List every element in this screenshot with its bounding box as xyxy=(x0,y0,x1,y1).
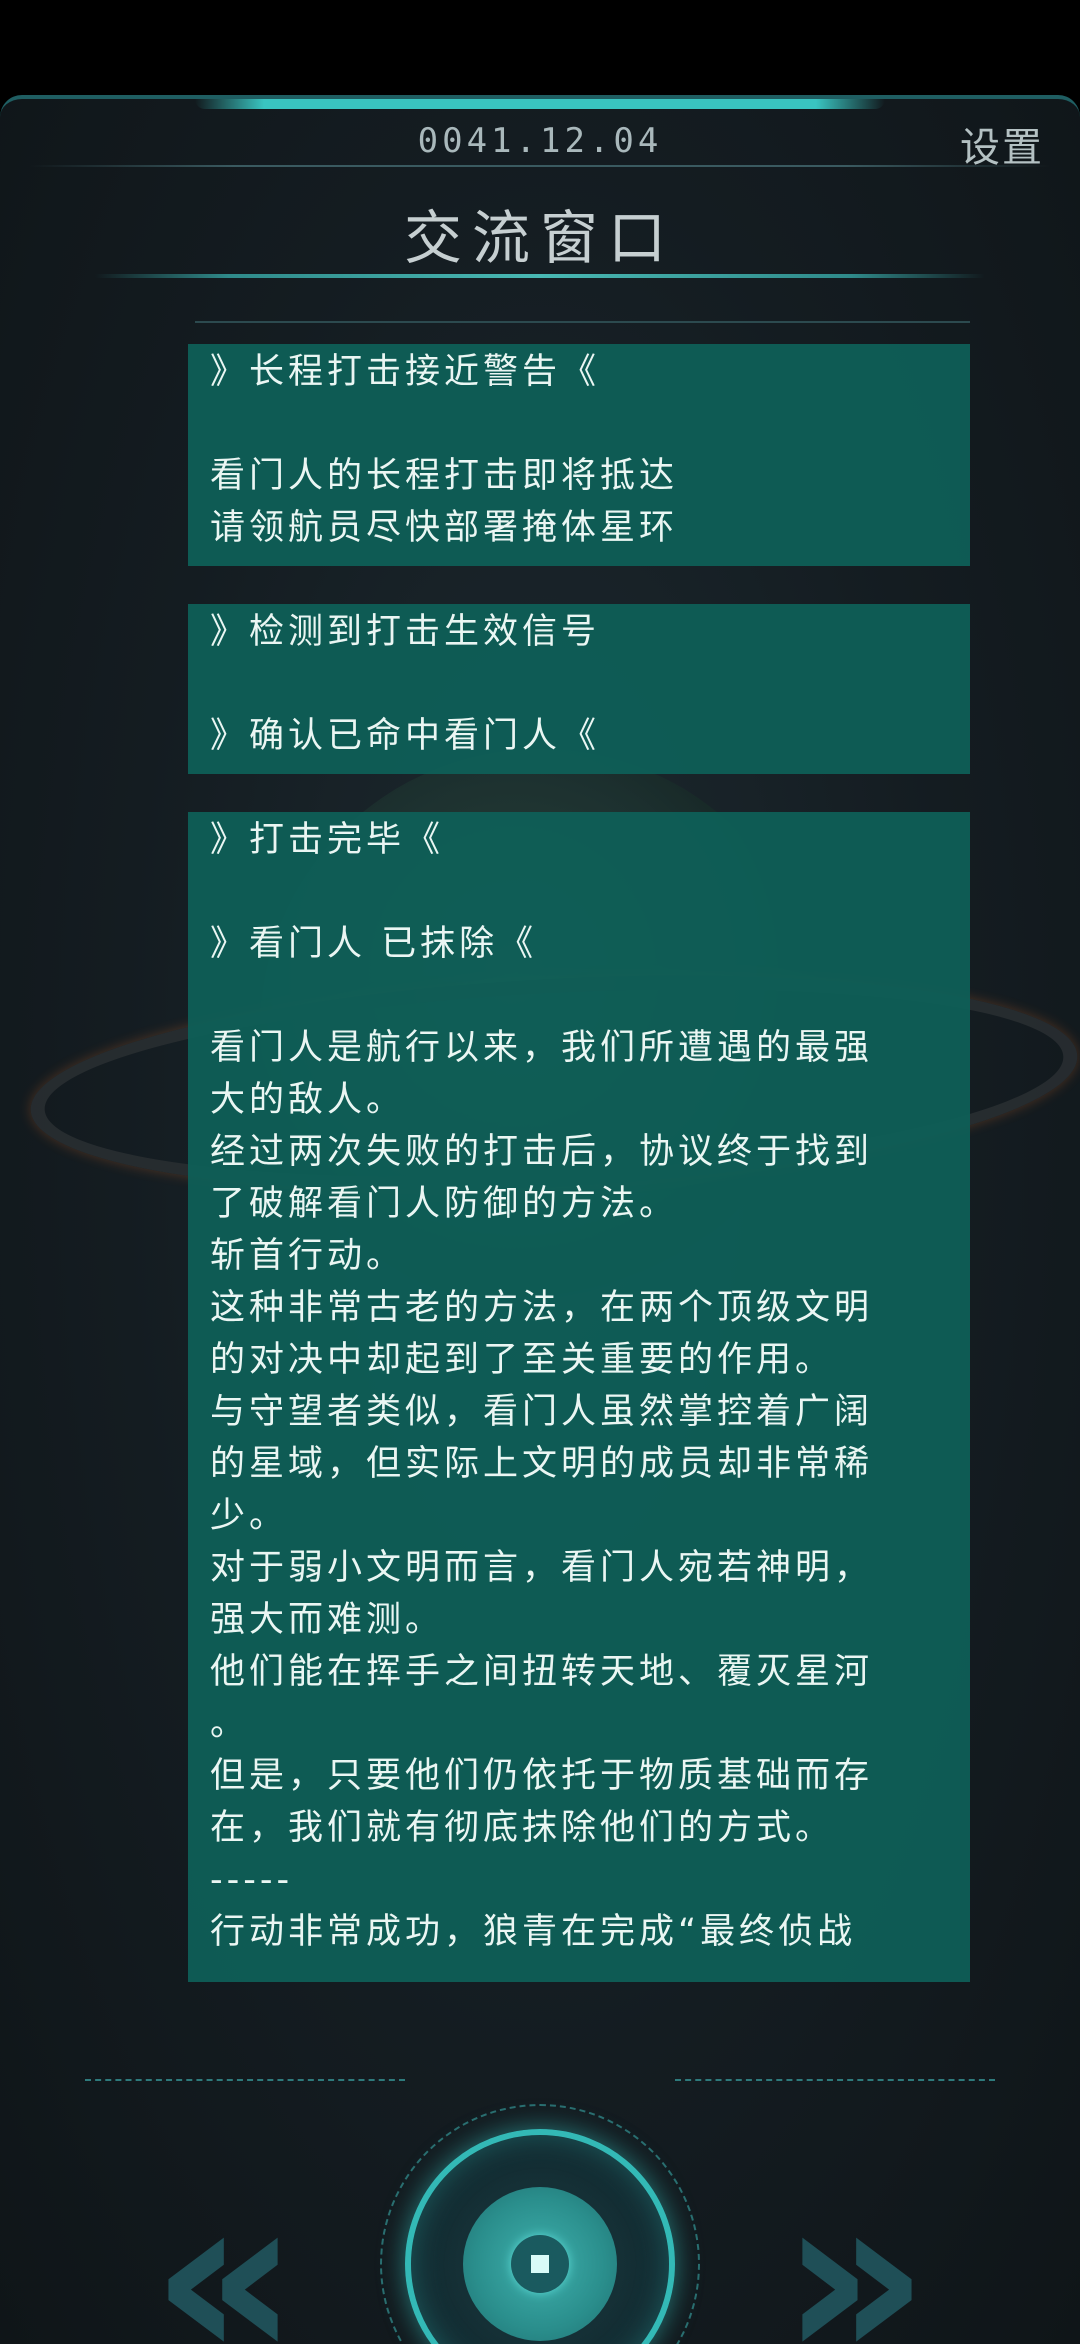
date-label: 0041.12.04 xyxy=(417,121,663,161)
report-line: 这种非常古老的方法，在两个顶级文明 xyxy=(210,1288,874,1328)
report-line: 经过两次失败的打击后，协议终于找到 xyxy=(210,1132,874,1172)
report-line: 少。 xyxy=(210,1496,289,1536)
report-line: 在，我们就有彻底抹除他们的方式。 xyxy=(210,1808,835,1848)
report-line: 行动非常成功，狼青在完成“最终侦战 xyxy=(210,1912,857,1952)
report-line: 斩首行动。 xyxy=(210,1236,406,1276)
title-underline xyxy=(95,274,985,278)
center-button-inner xyxy=(463,2187,617,2341)
message-heading: 》打击完毕《 xyxy=(210,820,445,860)
report-line: 的星域，但实际上文明的成员却非常稀 xyxy=(210,1444,874,1484)
content-divider xyxy=(195,321,970,323)
report-line: 的对决中却起到了至关重要的作用。 xyxy=(210,1340,835,1380)
report-line: 强大而难测。 xyxy=(210,1600,445,1640)
message-heading: 》看门人 已抹除《 xyxy=(210,924,538,964)
message-heading: 》检测到打击生效信号 xyxy=(210,612,601,652)
message-heading: 》长程打击接近警告《 xyxy=(210,352,601,392)
dialog-frame: 0041.12.04 设置 交流窗口 》长程打击接近警告《 看门人的长程打击即将… xyxy=(0,95,1080,2344)
top-glow-bar xyxy=(195,99,885,109)
report-line: 。 xyxy=(210,1704,250,1744)
message-text: 看门人的长程打击即将抵达 xyxy=(210,456,679,496)
report-line: 与守望者类似，看门人虽然掌控着广阔 xyxy=(210,1392,874,1432)
page-title: 交流窗口 xyxy=(403,204,676,272)
header-divider xyxy=(30,165,1050,167)
message-heading: 》确认已命中看门人《 xyxy=(210,716,601,756)
control-divider-left xyxy=(85,2079,405,2081)
message-card-warning: 》长程打击接近警告《 看门人的长程打击即将抵达 请领航员尽快部署掩体星环 xyxy=(188,344,970,566)
report-line: ----- xyxy=(210,1860,294,1900)
message-card-signal: 》检测到打击生效信号 》确认已命中看门人《 xyxy=(188,604,970,774)
report-line: 他们能在挥手之间扭转天地、覆灭星河 xyxy=(210,1652,874,1692)
message-card-report[interactable]: 》打击完毕《 》看门人 已抹除《 看门人是航行以来，我们所遭遇的最强 大的敌人。经… xyxy=(188,812,970,1982)
double-chevron-right-icon[interactable]: » xyxy=(725,2164,985,2344)
double-chevron-left-icon[interactable]: « xyxy=(95,2164,355,2344)
report-body: 看门人是航行以来，我们所遭遇的最强 大的敌人。经过两次失败的打击后，协议终于找到了… xyxy=(210,1022,948,1958)
message-text: 请领航员尽快部署掩体星环 xyxy=(210,508,679,548)
stop-square-icon xyxy=(531,2255,549,2273)
report-line: 大的敌人。 xyxy=(210,1080,406,1120)
report-line: 了破解看门人防御的方法。 xyxy=(210,1184,679,1224)
report-line: 对于弱小文明而言，看门人宛若神明， xyxy=(210,1548,874,1588)
center-button-core xyxy=(511,2235,569,2293)
report-line: 但是，只要他们仍依托于物质基础而存 xyxy=(210,1756,874,1796)
report-line: 看门人是航行以来，我们所遭遇的最强 xyxy=(210,1028,874,1068)
control-divider-right xyxy=(675,2079,995,2081)
status-bar xyxy=(0,0,1080,95)
